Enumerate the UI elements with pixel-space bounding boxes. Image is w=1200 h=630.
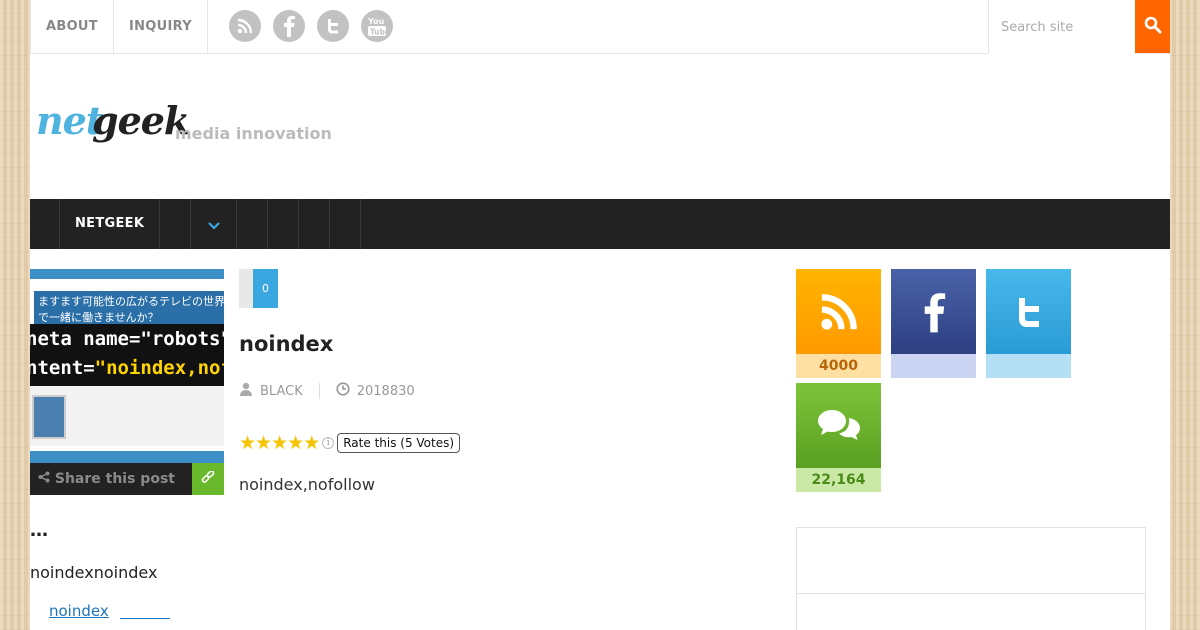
- rss-count: 4000: [796, 354, 881, 378]
- top-bar: ABOUT INQUIRY You Tube: [30, 0, 1170, 54]
- share-icon: [38, 471, 55, 487]
- date-text: 2018830: [356, 383, 415, 399]
- code-line-2: ntent="noindex,nof: [30, 357, 224, 379]
- facebook-counter[interactable]: [891, 269, 976, 378]
- page: ABOUT INQUIRY YouTube ne: [30, 0, 1170, 630]
- permalink-button[interactable]: [192, 463, 224, 495]
- thumbnail-code: neta name="robots" ntent="noindex,nof: [30, 324, 224, 386]
- svg-text:You: You: [367, 17, 385, 26]
- star-icon[interactable]: ★: [303, 432, 320, 454]
- nav-spacer: [30, 199, 60, 249]
- social-icons: You Tube: [229, 10, 393, 42]
- code-line-1: neta name="robots": [30, 328, 224, 350]
- youtube-icon[interactable]: You Tube: [361, 10, 393, 42]
- star-icon[interactable]: ★: [271, 432, 288, 454]
- nav-dropdown[interactable]: [191, 199, 238, 249]
- info-icon[interactable]: i: [322, 437, 335, 449]
- thumbnail-caption: ますます可能性の広がるテレビの世界で一緒に働きませんか？: [34, 291, 224, 327]
- facebook-icon: [891, 269, 976, 354]
- post-thumbnail[interactable]: ますます可能性の広がるテレビの世界で一緒に働きませんか？ neta name="…: [30, 269, 224, 463]
- share-label: Share this post: [54, 471, 175, 487]
- rss-counter[interactable]: 4000: [796, 269, 881, 378]
- share-bar: Share this post: [30, 463, 224, 495]
- comment-counter[interactable]: 0: [239, 269, 278, 308]
- excerpt-text: noindexnoindex: [30, 563, 158, 582]
- nav-item-netgeek[interactable]: NETGEEK: [60, 199, 161, 249]
- comments-counter[interactable]: 22,164: [796, 383, 881, 492]
- post-body: noindex,nofollow: [239, 475, 375, 494]
- tag-link[interactable]: noindex: [49, 602, 109, 620]
- main-nav: NETGEEK: [30, 199, 1170, 249]
- thumbnail-band: [30, 269, 224, 279]
- widget-divider: [797, 593, 1145, 594]
- post-date: 2018830: [336, 382, 415, 400]
- comments-count: 22,164: [796, 468, 881, 492]
- thumbnail-band: [30, 451, 224, 463]
- twitter-counter[interactable]: [986, 269, 1071, 378]
- rss-icon[interactable]: [229, 10, 261, 42]
- comments-icon: [796, 383, 881, 468]
- twitter-icon: [986, 269, 1071, 354]
- twitter-count: [986, 354, 1071, 378]
- star-icon[interactable]: ★: [255, 432, 272, 454]
- search-icon: [1144, 16, 1162, 38]
- facebook-count: [891, 354, 976, 378]
- facebook-icon[interactable]: [273, 10, 305, 42]
- site-tagline: media innovation: [175, 124, 332, 143]
- nav-item-empty[interactable]: [268, 199, 300, 249]
- excerpt-ellipsis: …: [30, 520, 48, 541]
- star-rating[interactable]: ★ ★ ★ ★ ★ i Rate this (5 Votes): [239, 432, 461, 454]
- search-input[interactable]: [989, 0, 1135, 54]
- sidebar-widget-box: [796, 527, 1146, 630]
- post-meta: BLACK 2018830: [239, 380, 415, 402]
- share-button[interactable]: Share this post: [30, 463, 192, 495]
- rating-tooltip: Rate this (5 Votes): [337, 433, 461, 453]
- svg-text:Tube: Tube: [370, 28, 387, 37]
- post-author[interactable]: BLACK: [239, 382, 303, 400]
- link-icon: [201, 469, 215, 489]
- nav-link-about[interactable]: ABOUT: [30, 0, 114, 54]
- rss-icon: [796, 269, 881, 354]
- nav-item-empty[interactable]: [237, 199, 269, 249]
- search-box: [988, 0, 1135, 54]
- comment-count: 0: [253, 269, 278, 308]
- user-icon: [239, 382, 253, 400]
- post-title: noindex: [239, 332, 334, 356]
- meta-divider: [318, 383, 320, 399]
- star-icon[interactable]: ★: [287, 432, 304, 454]
- counter-spacer: [239, 269, 253, 308]
- monitor-image: [32, 395, 66, 439]
- star-icon[interactable]: ★: [239, 432, 256, 454]
- nav-item-empty[interactable]: [299, 199, 331, 249]
- top-nav: ABOUT INQUIRY: [30, 0, 208, 54]
- tag-underline: [120, 618, 170, 619]
- chevron-down-icon: [207, 215, 220, 234]
- clock-icon: [336, 382, 350, 400]
- author-name: BLACK: [260, 383, 303, 399]
- nav-item-empty[interactable]: [330, 199, 362, 249]
- search-button[interactable]: [1135, 0, 1170, 53]
- twitter-icon[interactable]: [317, 10, 349, 42]
- nav-item-empty[interactable]: [160, 199, 192, 249]
- nav-link-inquiry[interactable]: INQUIRY: [114, 0, 208, 54]
